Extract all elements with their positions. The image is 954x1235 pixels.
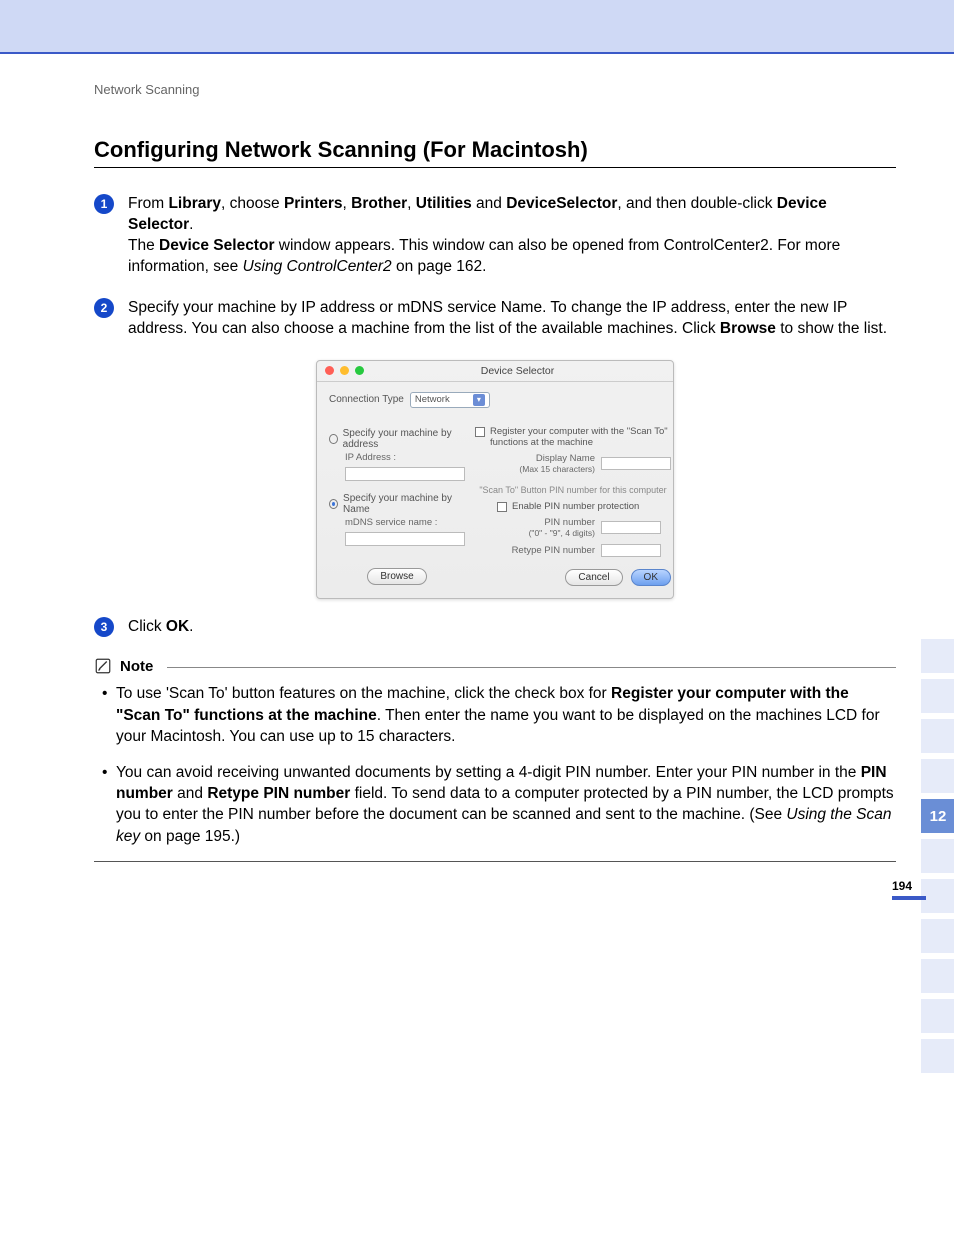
step-3: 3 Click OK. (94, 617, 896, 638)
page: Network Scanning Configuring Network Sca… (0, 54, 954, 922)
step-number-3: 3 (94, 617, 114, 637)
dialog-title: Device Selector (370, 365, 665, 377)
enable-pin-checkbox-row[interactable]: Enable PIN number protection (497, 501, 671, 512)
browse-button[interactable]: Browse (367, 568, 426, 585)
heading-rule (94, 167, 896, 168)
pin-number-label: PIN number (544, 517, 595, 528)
radio-by-name-label: Specify your machine by Name (343, 493, 465, 515)
radio-icon (329, 499, 338, 509)
step-2-text: Specify your machine by IP address or mD… (128, 298, 896, 340)
step-2: 2 Specify your machine by IP address or … (94, 298, 896, 340)
note-bullet-1: To use 'Scan To' button features on the … (102, 683, 896, 747)
checkbox-icon (497, 502, 507, 512)
radio-by-name[interactable]: Specify your machine by Name (329, 493, 465, 515)
note-icon (94, 657, 112, 675)
step-3-text: Click OK. (128, 617, 193, 638)
note-label: Note (120, 658, 153, 675)
display-name-label: Display Name (536, 453, 595, 464)
radio-icon (329, 434, 338, 444)
radio-by-address[interactable]: Specify your machine by address (329, 428, 465, 450)
close-icon[interactable] (325, 366, 334, 375)
enable-pin-label: Enable PIN number protection (512, 501, 639, 512)
select-arrow-icon: ▾ (473, 394, 485, 406)
mdns-label: mDNS service name : (345, 517, 465, 528)
pin-number-input[interactable] (601, 521, 661, 534)
top-bar (0, 0, 954, 54)
mdns-input[interactable] (345, 532, 465, 546)
ip-address-input[interactable] (345, 467, 465, 481)
minimize-icon[interactable] (340, 366, 349, 375)
note-rule (167, 667, 896, 668)
step-1-text: From Library, choose Printers, Brother, … (128, 194, 896, 278)
cancel-button[interactable]: Cancel (565, 569, 622, 586)
chapter-tab[interactable]: 12 (921, 799, 954, 833)
page-number: 194 (892, 879, 926, 900)
radio-by-address-label: Specify your machine by address (343, 428, 465, 450)
page-title: Configuring Network Scanning (For Macint… (94, 137, 896, 163)
zoom-icon[interactable] (355, 366, 364, 375)
register-checkbox-label: Register your computer with the "Scan To… (490, 426, 671, 448)
ok-button[interactable]: OK (631, 569, 671, 586)
pin-number-hint: ("0" - "9", 4 digits) (529, 528, 595, 538)
connection-type-value: Network (415, 394, 450, 405)
display-name-hint: (Max 15 characters) (519, 464, 595, 474)
section-header: Network Scanning (94, 82, 896, 97)
pin-section-hint: "Scan To" Button PIN number for this com… (475, 485, 671, 495)
ip-address-label: IP Address : (345, 452, 465, 463)
retype-pin-label: Retype PIN number (475, 545, 595, 556)
note-block: Note To use 'Scan To' button features on… (94, 657, 896, 862)
checkbox-icon (475, 427, 485, 437)
register-checkbox-row[interactable]: Register your computer with the "Scan To… (475, 426, 671, 448)
note-bottom-rule (94, 861, 896, 862)
display-name-input[interactable] (601, 457, 671, 470)
retype-pin-input[interactable] (601, 544, 661, 557)
connection-type-label: Connection Type (329, 394, 404, 405)
step-number-2: 2 (94, 298, 114, 318)
device-selector-dialog: Device Selector Connection Type Network … (316, 360, 674, 599)
note-bullet-2: You can avoid receiving unwanted documen… (102, 762, 896, 848)
step-number-1: 1 (94, 194, 114, 214)
connection-type-select[interactable]: Network ▾ (410, 392, 490, 408)
step-1: 1 From Library, choose Printers, Brother… (94, 194, 896, 278)
